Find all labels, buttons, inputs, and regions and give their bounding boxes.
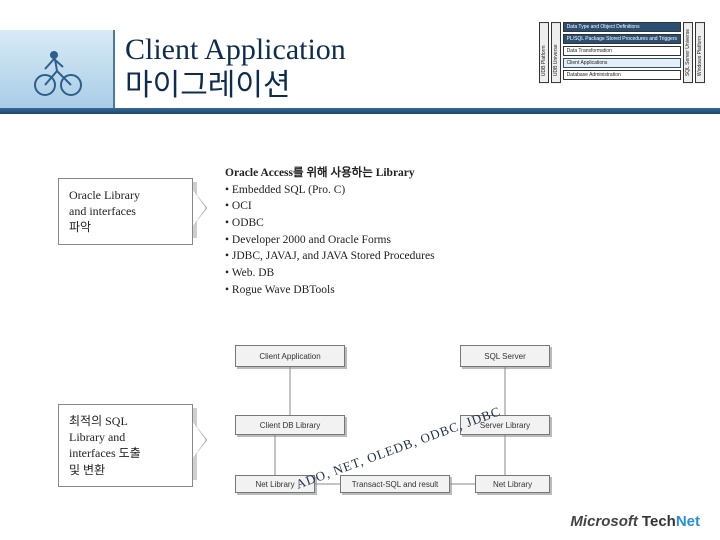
tab-data-type: Data Type and Object Definitions [563, 22, 681, 32]
title-accent-graphic [0, 30, 115, 108]
title-line-2: 마이그레이션 [125, 69, 291, 102]
title-underline [0, 108, 720, 114]
lib-item: JDBC, JAVAJ, and JAVA Stored Procedures [232, 250, 435, 262]
lib-item: Embedded SQL (Pro. C) [232, 184, 345, 196]
step2-box: 최적의 SQL Library and interfaces 도출 및 변환 [58, 404, 193, 487]
logo-tech: Tech [642, 513, 676, 530]
library-list: Oracle Access를 위해 사용하는 Library • Embedde… [225, 165, 435, 298]
tab-udb-universe: UDB Universe [551, 22, 561, 83]
tab-data-transformation: Data Transformation [563, 46, 681, 56]
context-tabs: UDB Platform UDB Universe Data Type and … [539, 22, 705, 83]
step1-arrow-fill [193, 190, 206, 226]
title-line-1: Client Application [125, 33, 346, 66]
lib-item: Web. DB [232, 267, 275, 279]
logo-net: Net [676, 513, 700, 530]
tab-db-admin: Database Administration [563, 70, 681, 80]
step2-arrow-fill [193, 422, 206, 458]
tab-sqlserver-universe: SQL Server Universe [683, 22, 693, 83]
library-heading: Oracle Access를 위해 사용하는 Library [225, 167, 415, 179]
lib-item: Rogue Wave DBTools [232, 284, 335, 296]
cyclist-icon [27, 39, 87, 99]
lib-item: Developer 2000 and Oracle Forms [232, 234, 391, 246]
tab-udb-platform: UDB Platform [539, 22, 549, 83]
diagram-connectors [225, 345, 560, 515]
tab-client-applications: Client Applications [563, 58, 681, 68]
technet-logo: Microsoft TechNet [570, 513, 700, 530]
lib-item: ODBC [232, 217, 264, 229]
tab-plsql: PL/SQL Package Stored Procedures and Tri… [563, 34, 681, 44]
architecture-diagram: Client Application SQL Server Client DB … [225, 345, 560, 515]
logo-microsoft: Microsoft [570, 513, 638, 530]
slide-title: Client Application 마이그레이션 [125, 32, 346, 104]
tab-windows-platform: Windows Platform [695, 22, 705, 83]
step1-box: Oracle Library and interfaces 파악 [58, 178, 193, 245]
logo-technet: TechNet [642, 513, 700, 530]
tab-center-stack: Data Type and Object Definitions PL/SQL … [563, 22, 681, 83]
lib-item: OCI [232, 200, 252, 212]
